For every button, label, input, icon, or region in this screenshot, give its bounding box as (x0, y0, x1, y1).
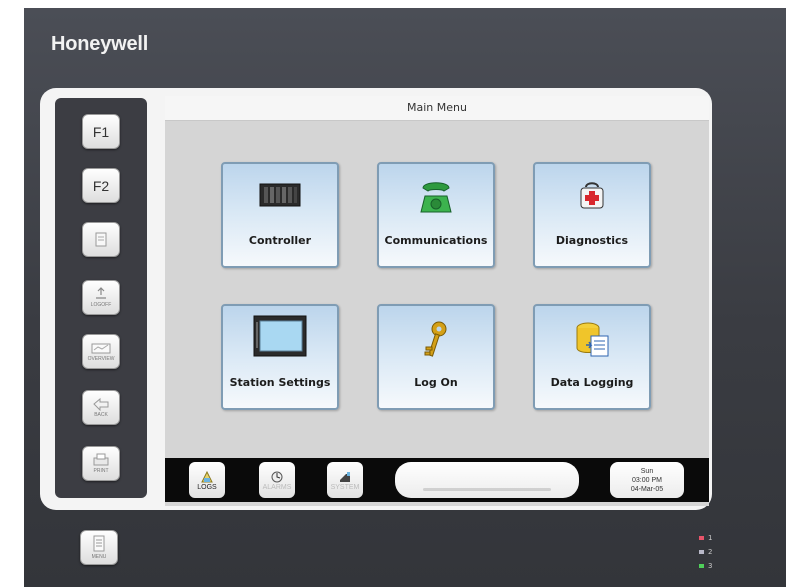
logs-icon (201, 470, 213, 482)
log-on-label: Log On (414, 376, 458, 389)
logoff-key[interactable]: LOGOFF (82, 280, 120, 315)
alarm-label: ALARMS (262, 483, 292, 491)
menu-icon (93, 535, 105, 552)
logoff-key-label: LOGOFF (90, 302, 112, 308)
led-row-3: 3 (699, 560, 729, 572)
menu-key[interactable]: MENU (80, 530, 118, 565)
telephone-icon (420, 182, 452, 213)
led-label-1: 1 (708, 534, 713, 542)
led-indicator-2 (699, 550, 704, 554)
communications-tile[interactable]: Communications (377, 162, 495, 268)
back-key[interactable]: BACK (82, 390, 120, 425)
led-indicator-3 (699, 564, 704, 568)
led-indicator-1 (699, 536, 704, 540)
status-message-area (395, 462, 579, 498)
page-key[interactable] (82, 222, 120, 257)
data-log-icon (576, 322, 609, 357)
diagnostics-tile[interactable]: Diagnostics (533, 162, 651, 268)
logoff-icon (96, 287, 106, 299)
led-row-1: 1 (699, 532, 729, 544)
logs-button[interactable]: LOGS (189, 462, 225, 498)
display-panel-icon (253, 315, 307, 357)
back-key-label: BACK (94, 412, 108, 418)
led-label-3: 3 (708, 562, 713, 570)
clock-date: 04-Mar-05 (630, 485, 664, 493)
clock-day: Sun (640, 467, 654, 475)
controller-tile[interactable]: Controller (221, 162, 339, 268)
data-logging-label: Data Logging (550, 376, 634, 389)
bottom-taskbar: LOGS ALARMS SYSTEM Sun 03:00 PM 04-Mar-0… (165, 458, 709, 502)
clock-display: Sun 03:00 PM 04-Mar-05 (610, 462, 684, 498)
overview-key[interactable]: OVERVIEW (82, 334, 120, 369)
overview-icon (91, 343, 111, 354)
back-icon (93, 397, 109, 411)
log-on-tile[interactable]: Log On (377, 304, 495, 410)
print-icon (93, 453, 109, 466)
data-logging-tile[interactable]: Data Logging (533, 304, 651, 410)
menu-key-label: MENU (91, 554, 107, 560)
controller-icon (259, 183, 301, 207)
clock-time: 03:00 PM (632, 476, 662, 484)
communications-label: Communications (384, 234, 488, 247)
led-label-2: 2 (708, 548, 713, 556)
first-aid-kit-icon (580, 182, 604, 209)
system-icon (340, 471, 350, 482)
print-key-label: PRINT (93, 468, 109, 474)
page-icon (95, 232, 107, 246)
station-settings-tile[interactable]: Station Settings (221, 304, 339, 410)
controller-label: Controller (248, 234, 312, 247)
f1-key[interactable]: F1 (82, 114, 120, 149)
key-icon (424, 321, 447, 357)
system-label: SYSTEM (330, 483, 360, 491)
screen-title: Main Menu (165, 96, 709, 121)
alarm-button[interactable]: ALARMS (259, 462, 295, 498)
diagnostics-label: Diagnostics (555, 234, 629, 247)
station-settings-label: Station Settings (229, 376, 331, 389)
logs-label: LOGS (197, 483, 217, 491)
print-key[interactable]: PRINT (82, 446, 120, 481)
f2-key[interactable]: F2 (82, 168, 120, 203)
status-leds: 1 2 3 (699, 532, 729, 574)
main-menu-screen: Main Menu Controller Communications Diag… (165, 96, 709, 506)
f1-key-label: F1 (92, 123, 110, 140)
led-row-2: 2 (699, 546, 729, 558)
f2-key-label: F2 (92, 177, 110, 194)
alarm-icon (271, 471, 283, 482)
status-progress-track (423, 488, 551, 491)
overview-key-label: OVERVIEW (87, 356, 115, 362)
brand-logo: Honeywell (51, 33, 149, 55)
system-button[interactable]: SYSTEM (327, 462, 363, 498)
